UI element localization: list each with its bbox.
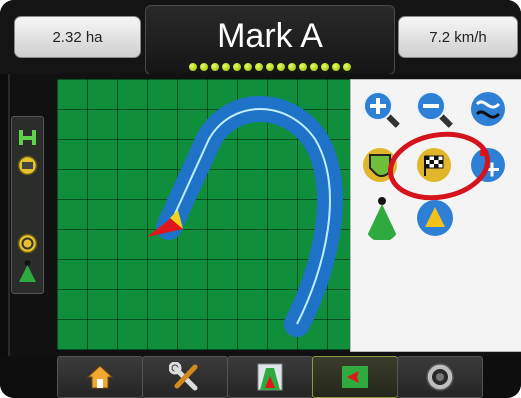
highlight-ring <box>387 131 491 201</box>
lightbar-led <box>189 63 197 71</box>
applied-coverage-path <box>156 96 343 337</box>
lightbar-led <box>321 63 329 71</box>
page-title: Mark A <box>217 17 323 55</box>
speed-value: 7.2 km/h <box>429 28 487 46</box>
zoom-in-icon[interactable] <box>362 90 404 132</box>
lightbar-led <box>244 63 252 71</box>
guidance-road-icon <box>257 363 283 391</box>
area-value: 2.32 ha <box>52 28 103 46</box>
speed-readout[interactable]: 7.2 km/h <box>398 16 518 58</box>
wrench-screwdriver-icon <box>169 362 198 391</box>
lightbar-led <box>255 63 263 71</box>
camera-icon <box>426 363 454 391</box>
lightbar-led <box>266 63 274 71</box>
lightbar-led <box>343 63 351 71</box>
steering-icon[interactable] <box>17 233 38 254</box>
rate-control-icon[interactable] <box>17 155 38 176</box>
map-marker-icon <box>342 366 368 388</box>
guidance-display: 2.32 ha Mark A 7.2 km/h <box>0 0 521 398</box>
tools-tab[interactable] <box>142 356 228 398</box>
implement-icon[interactable] <box>17 127 38 148</box>
vehicle-view-icon[interactable] <box>363 196 401 242</box>
side-toolbar <box>11 116 44 294</box>
lightbar-led <box>233 63 241 71</box>
map-tab[interactable] <box>312 356 398 398</box>
guidance-tab[interactable] <box>227 356 313 398</box>
map-options-panel <box>350 79 521 352</box>
bottom-tab-bar <box>0 356 521 398</box>
coverage-map <box>147 96 343 337</box>
title-panel[interactable]: Mark A <box>145 5 395 75</box>
status-bar: 2.32 ha Mark A 7.2 km/h <box>0 0 521 75</box>
home-icon <box>86 365 114 389</box>
vehicle-icon[interactable] <box>17 259 38 283</box>
lightbar-led <box>310 63 318 71</box>
area-readout[interactable]: 2.32 ha <box>14 16 141 58</box>
lightbar-led <box>200 63 208 71</box>
lightbar-led <box>288 63 296 71</box>
camera-tab[interactable] <box>397 356 483 398</box>
zoom-out-icon[interactable] <box>415 90 457 132</box>
guidance-lightbar <box>172 63 368 71</box>
perspective-view-icon[interactable] <box>415 198 455 238</box>
field-map[interactable] <box>57 79 351 350</box>
lightbar-led <box>299 63 307 71</box>
lightbar-led <box>332 63 340 71</box>
lightbar-led <box>211 63 219 71</box>
lightbar-led <box>222 63 230 71</box>
lightbar-led <box>277 63 285 71</box>
home-tab[interactable] <box>57 356 143 398</box>
guideline-curve-icon[interactable] <box>469 90 507 128</box>
